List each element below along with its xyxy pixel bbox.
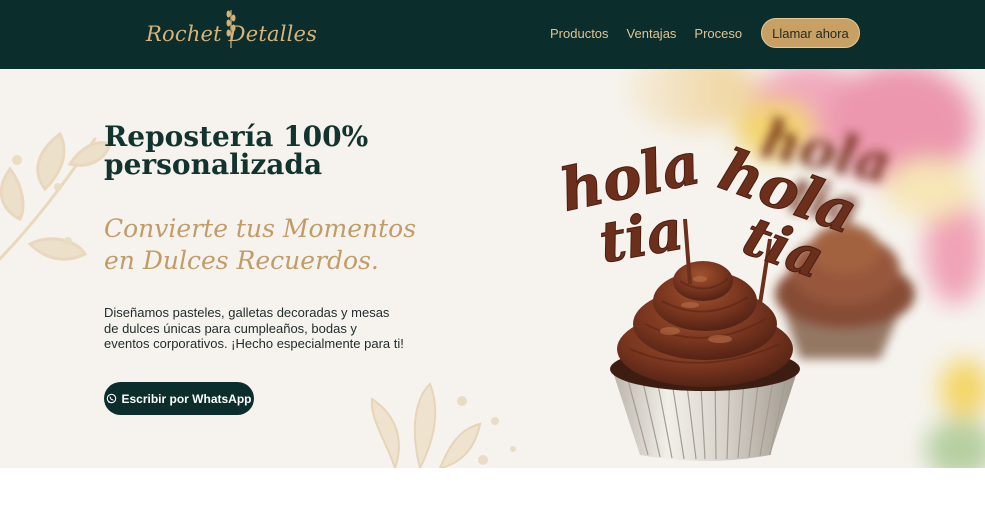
leaf-decoration-icon	[0, 131, 112, 261]
hero-section: hola tia hola tia hola tia Repostería 10…	[0, 69, 985, 468]
script-line-2: en Dulces Recuerdos.	[104, 246, 379, 275]
logo-sprig-icon	[226, 10, 236, 48]
whatsapp-icon	[107, 393, 117, 404]
whatsapp-button[interactable]: Escribir por WhatsApp	[104, 382, 254, 415]
script-line-1: Convierte tus Momentos	[104, 214, 417, 243]
main-nav: Productos Ventajas Proceso Llamar ahora	[550, 18, 860, 48]
call-now-button[interactable]: Llamar ahora	[761, 18, 860, 48]
brand-logo[interactable]: Rochet Detalles	[146, 8, 317, 58]
next-section	[0, 468, 985, 520]
nav-link-proceso[interactable]: Proceso	[694, 26, 742, 41]
nav-link-productos[interactable]: Productos	[550, 26, 609, 41]
nav-link-ventajas[interactable]: Ventajas	[627, 26, 677, 41]
whatsapp-button-label: Escribir por WhatsApp	[121, 391, 252, 406]
site-header: Rochet Detalles Productos Ventajas Proce…	[0, 0, 985, 69]
hero-title: Repostería 100% personalizada	[104, 120, 369, 181]
hero-script-heading: Convierte tus Momentos en Dulces Recuerd…	[104, 213, 424, 277]
hero-description: Diseñamos pasteles, galletas decoradas y…	[104, 305, 404, 351]
